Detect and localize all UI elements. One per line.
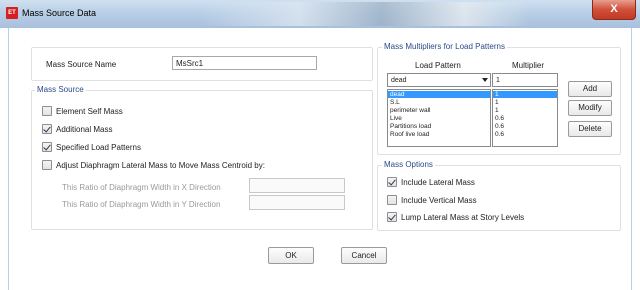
include-vertical-mass-checkbox[interactable] xyxy=(387,195,397,205)
multiplier-column-header: Multiplier xyxy=(512,61,545,70)
multiplier-list[interactable]: 1 1 1 0.6 0.6 0.6 xyxy=(492,89,558,147)
load-pattern-column-header: Load Pattern xyxy=(415,61,461,70)
etabs-app-icon: ET xyxy=(6,7,18,19)
modify-button[interactable]: Modify xyxy=(568,100,612,116)
list-item[interactable]: 1 xyxy=(493,91,557,98)
multiplier-input[interactable]: 1 xyxy=(492,73,558,87)
list-item[interactable]: 1 xyxy=(493,107,557,114)
mass-source-name-label: Mass Source Name xyxy=(46,60,117,69)
list-item[interactable]: dead xyxy=(388,91,490,98)
lump-lateral-mass-checkbox[interactable] xyxy=(387,212,397,222)
ratio-y-label: This Ratio of Diaphragm Width in Y Direc… xyxy=(62,200,221,209)
mass-multipliers-title: Mass Multipliers for Load Patterns xyxy=(382,42,507,51)
list-item[interactable]: Roof live load xyxy=(388,131,490,138)
load-pattern-select[interactable]: dead xyxy=(387,73,491,87)
list-item[interactable]: 0.6 xyxy=(493,123,557,130)
ratio-x-input[interactable] xyxy=(249,178,345,193)
mass-source-title: Mass Source xyxy=(35,85,86,94)
ratio-x-label: This Ratio of Diaphragm Width in X Direc… xyxy=(62,183,221,192)
list-item[interactable]: S.L xyxy=(388,99,490,106)
list-item[interactable]: 1 xyxy=(493,99,557,106)
adjust-diaphragm-checkbox[interactable] xyxy=(42,160,52,170)
include-vertical-mass-label: Include Vertical Mass xyxy=(401,196,477,205)
list-item[interactable]: 0.6 xyxy=(493,131,557,138)
adjust-diaphragm-label: Adjust Diaphragm Lateral Mass to Move Ma… xyxy=(56,161,265,170)
window-title: Mass Source Data xyxy=(22,8,97,18)
specified-load-patterns-checkbox[interactable] xyxy=(42,142,52,152)
additional-mass-label: Additional Mass xyxy=(56,125,113,134)
close-button[interactable]: X xyxy=(592,0,636,20)
title-bar-background xyxy=(200,2,530,26)
include-lateral-mass-checkbox[interactable] xyxy=(387,177,397,187)
specified-load-patterns-label: Specified Load Patterns xyxy=(56,143,141,152)
list-item[interactable]: perimeter wall xyxy=(388,107,490,114)
chevron-down-icon xyxy=(482,78,488,82)
cancel-button[interactable]: Cancel xyxy=(341,247,387,264)
title-bar: ET Mass Source Data X xyxy=(0,0,640,28)
delete-button[interactable]: Delete xyxy=(568,121,612,137)
element-self-mass-checkbox[interactable] xyxy=(42,106,52,116)
additional-mass-checkbox[interactable] xyxy=(42,124,52,134)
ok-button[interactable]: OK xyxy=(268,247,314,264)
mass-source-name-input[interactable]: MsSrc1 xyxy=(172,56,317,70)
load-pattern-select-value: dead xyxy=(391,77,407,84)
lump-lateral-mass-label: Lump Lateral Mass at Story Levels xyxy=(401,213,525,222)
list-item[interactable]: 0.6 xyxy=(493,115,557,122)
add-button[interactable]: Add xyxy=(568,81,612,97)
mass-options-title: Mass Options xyxy=(382,160,435,169)
list-item[interactable]: Live xyxy=(388,115,490,122)
load-pattern-list[interactable]: dead S.L perimeter wall Live Partitions … xyxy=(387,89,491,147)
include-lateral-mass-label: Include Lateral Mass xyxy=(401,178,475,187)
element-self-mass-label: Element Self Mass xyxy=(56,107,123,116)
ratio-y-input[interactable] xyxy=(249,195,345,210)
list-item[interactable]: Partitions load xyxy=(388,123,490,130)
